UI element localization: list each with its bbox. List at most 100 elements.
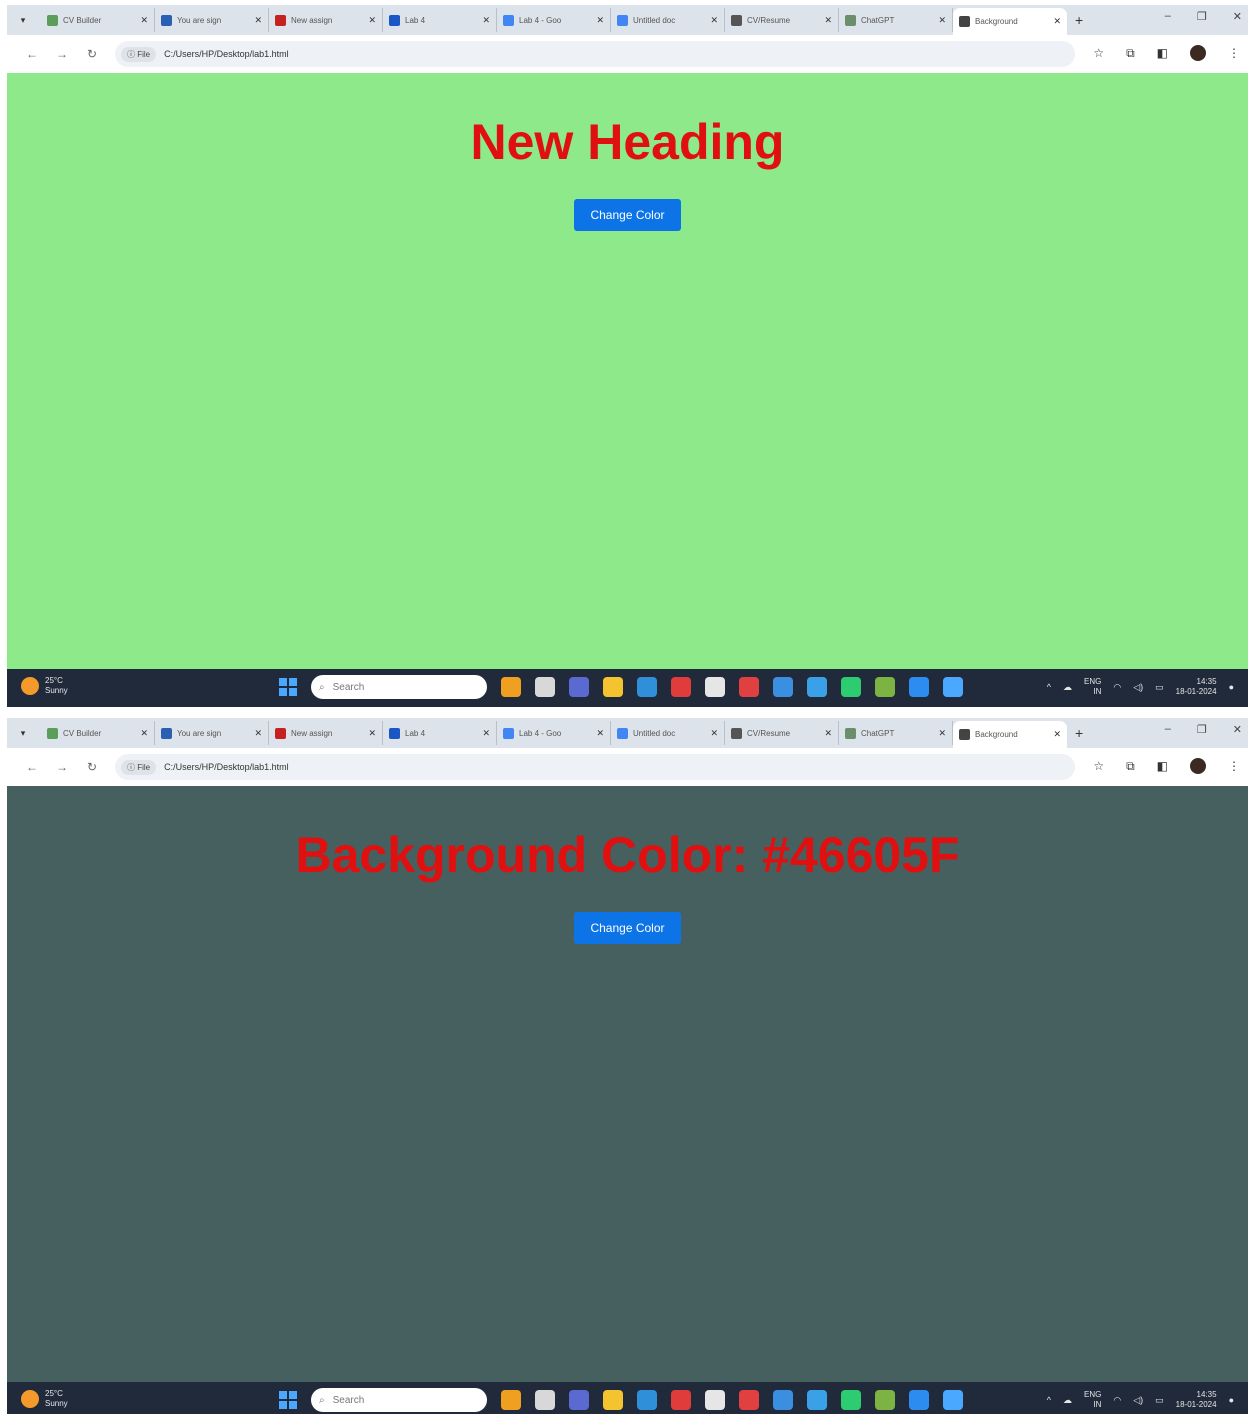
tab-search-icon[interactable]: ▾	[13, 10, 33, 30]
tab-close-icon[interactable]: ✕	[368, 15, 376, 26]
notification-bell-icon[interactable]: ●	[1229, 682, 1234, 692]
tab-close-icon[interactable]: ✕	[824, 728, 832, 739]
close-window-icon[interactable]: ✕	[1233, 10, 1242, 23]
browser-tab[interactable]: Lab 4 - Goo ✕	[497, 8, 611, 32]
pinned-app-icon[interactable]	[705, 1390, 725, 1410]
pinned-app-icon[interactable]	[671, 1390, 691, 1410]
menu-kebab-icon[interactable]: ⋮	[1228, 759, 1240, 773]
pinned-app-icon[interactable]	[739, 1390, 759, 1410]
browser-tab[interactable]: Lab 4 ✕	[383, 8, 497, 32]
tab-close-icon[interactable]: ✕	[140, 15, 148, 26]
change-color-button[interactable]: Change Color	[574, 912, 681, 944]
profile-avatar[interactable]	[1190, 45, 1206, 61]
tab-close-icon[interactable]: ✕	[254, 728, 262, 739]
pinned-app-icon[interactable]	[841, 1390, 861, 1410]
volume-icon[interactable]: ◁)	[1133, 1395, 1143, 1406]
profile-avatar[interactable]	[1190, 758, 1206, 774]
menu-kebab-icon[interactable]: ⋮	[1228, 46, 1240, 60]
notification-bell-icon[interactable]: ●	[1229, 1395, 1234, 1405]
taskbar-search[interactable]: ⌕ Search	[311, 675, 487, 699]
cloud-icon[interactable]: ☁	[1063, 682, 1072, 693]
browser-tab[interactable]: Untitled doc ✕	[611, 721, 725, 745]
browser-tab[interactable]: Background ✕	[953, 721, 1067, 748]
language-indicator[interactable]: ENG IN	[1084, 677, 1101, 697]
chevron-up-icon[interactable]: ^	[1047, 1395, 1051, 1405]
pinned-app-icon[interactable]	[943, 1390, 963, 1410]
browser-tab[interactable]: Untitled doc ✕	[611, 8, 725, 32]
minimize-icon[interactable]: –	[1165, 10, 1171, 23]
browser-tab[interactable]: New assign ✕	[269, 8, 383, 32]
browser-tab[interactable]: ChatGPT ✕	[839, 8, 953, 32]
tab-close-icon[interactable]: ✕	[710, 728, 718, 739]
pinned-app-icon[interactable]	[739, 677, 759, 697]
tab-close-icon[interactable]: ✕	[710, 15, 718, 26]
browser-tab[interactable]: CV Builder ✕	[41, 8, 155, 32]
battery-icon[interactable]: ▭	[1155, 1395, 1164, 1406]
browser-tab[interactable]: ChatGPT ✕	[839, 721, 953, 745]
reload-icon[interactable]: ↻	[77, 760, 107, 774]
browser-tab[interactable]: CV/Resume ✕	[725, 721, 839, 745]
tab-close-icon[interactable]: ✕	[254, 15, 262, 26]
forward-icon[interactable]: →	[47, 760, 77, 774]
new-tab-icon[interactable]: +	[1075, 12, 1083, 28]
tab-close-icon[interactable]: ✕	[140, 728, 148, 739]
browser-tab[interactable]: CV/Resume ✕	[725, 8, 839, 32]
language-indicator[interactable]: ENG IN	[1084, 1390, 1101, 1410]
browser-tab[interactable]: Lab 4 ✕	[383, 721, 497, 745]
windows-start-icon[interactable]	[279, 678, 297, 696]
tab-close-icon[interactable]: ✕	[938, 15, 946, 26]
volume-icon[interactable]: ◁)	[1133, 682, 1143, 693]
site-info-chip[interactable]: ⓘ File	[121, 759, 157, 775]
pinned-app-icon[interactable]	[875, 677, 895, 697]
close-window-icon[interactable]: ✕	[1233, 723, 1242, 736]
pinned-app-icon[interactable]	[875, 1390, 895, 1410]
pinned-app-icon[interactable]	[603, 677, 623, 697]
pinned-app-icon[interactable]	[637, 677, 657, 697]
tab-close-icon[interactable]: ✕	[368, 728, 376, 739]
browser-tab[interactable]: Lab 4 - Goo ✕	[497, 721, 611, 745]
tab-close-icon[interactable]: ✕	[1053, 729, 1061, 740]
wifi-icon[interactable]: ◠	[1113, 682, 1121, 693]
forward-icon[interactable]: →	[47, 47, 77, 61]
extensions-icon[interactable]: ⧉	[1126, 46, 1135, 61]
tab-search-icon[interactable]: ▾	[13, 723, 33, 743]
browser-tab[interactable]: CV Builder ✕	[41, 721, 155, 745]
browser-tab[interactable]: Background ✕	[953, 8, 1067, 35]
tab-close-icon[interactable]: ✕	[1053, 16, 1061, 27]
address-bar[interactable]: ⓘ File C:/Users/HP/Desktop/lab1.html	[115, 41, 1075, 67]
taskbar-search[interactable]: ⌕ Search	[311, 1388, 487, 1412]
pinned-app-icon[interactable]	[773, 677, 793, 697]
pinned-app-icon[interactable]	[569, 677, 589, 697]
address-bar[interactable]: ⓘ File C:/Users/HP/Desktop/lab1.html	[115, 754, 1075, 780]
clock[interactable]: 14:35 18-01-2024	[1176, 677, 1217, 697]
browser-tab[interactable]: You are sign ✕	[155, 721, 269, 745]
minimize-icon[interactable]: –	[1165, 723, 1171, 736]
pinned-app-icon[interactable]	[569, 1390, 589, 1410]
clock[interactable]: 14:35 18-01-2024	[1176, 1390, 1217, 1410]
chevron-up-icon[interactable]: ^	[1047, 682, 1051, 692]
bookmark-star-icon[interactable]: ☆	[1093, 46, 1104, 60]
pinned-app-icon[interactable]	[671, 677, 691, 697]
new-tab-icon[interactable]: +	[1075, 725, 1083, 741]
site-info-chip[interactable]: ⓘ File	[121, 46, 157, 62]
pinned-app-icon[interactable]	[501, 677, 521, 697]
windows-start-icon[interactable]	[279, 1391, 297, 1409]
pinned-app-icon[interactable]	[807, 677, 827, 697]
change-color-button[interactable]: Change Color	[574, 199, 681, 231]
bookmark-star-icon[interactable]: ☆	[1093, 759, 1104, 773]
back-icon[interactable]: ←	[17, 47, 47, 61]
side-panel-icon[interactable]: ◧	[1157, 759, 1168, 773]
pinned-app-icon[interactable]	[943, 677, 963, 697]
wifi-icon[interactable]: ◠	[1113, 1395, 1121, 1406]
battery-icon[interactable]: ▭	[1155, 682, 1164, 693]
tab-close-icon[interactable]: ✕	[596, 728, 604, 739]
pinned-app-icon[interactable]	[535, 677, 555, 697]
pinned-app-icon[interactable]	[909, 677, 929, 697]
pinned-app-icon[interactable]	[637, 1390, 657, 1410]
restore-icon[interactable]: ❐	[1197, 723, 1207, 736]
browser-tab[interactable]: New assign ✕	[269, 721, 383, 745]
pinned-app-icon[interactable]	[603, 1390, 623, 1410]
pinned-app-icon[interactable]	[705, 677, 725, 697]
browser-tab[interactable]: You are sign ✕	[155, 8, 269, 32]
tab-close-icon[interactable]: ✕	[938, 728, 946, 739]
